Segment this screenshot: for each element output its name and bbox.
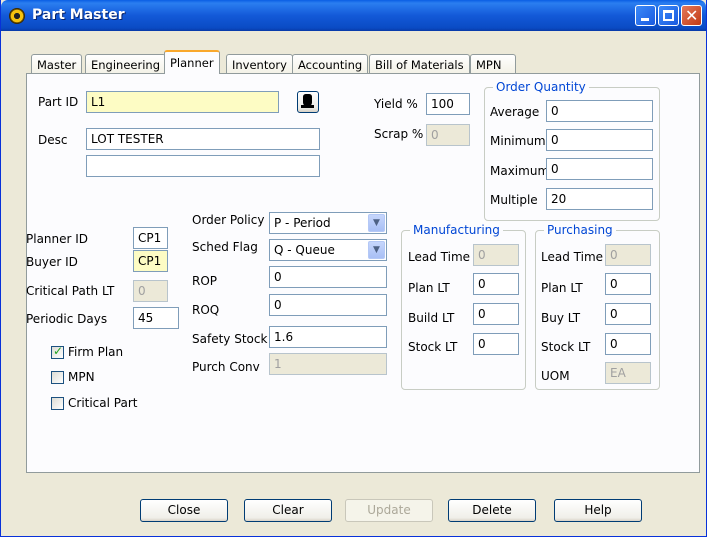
minimum-label: Minimum xyxy=(490,134,546,148)
minimum-input[interactable]: 0 xyxy=(546,129,653,151)
average-input[interactable]: 0 xyxy=(546,100,653,122)
order-policy-label: Order Policy xyxy=(192,213,265,227)
tab-accounting[interactable]: Accounting xyxy=(292,54,369,74)
scrap-input: 0 xyxy=(426,124,470,146)
maximize-button[interactable] xyxy=(658,5,679,26)
title-bar[interactable]: Part Master ✕ xyxy=(1,0,706,31)
desc-input[interactable]: LOT TESTER xyxy=(86,128,320,150)
pur-plan-lt-label: Plan LT xyxy=(541,281,583,295)
critical-path-lt-input: 0 xyxy=(133,280,168,302)
mfg-lead-time-input: 0 xyxy=(473,244,519,266)
desc-label: Desc xyxy=(38,133,68,147)
mpn-checkbox[interactable] xyxy=(51,371,64,384)
mfg-plan-lt-input[interactable]: 0 xyxy=(473,273,519,295)
mfg-plan-lt-label: Plan LT xyxy=(408,281,450,295)
safety-stock-input[interactable]: 1.6 xyxy=(269,326,387,348)
buyer-id-input[interactable]: CP1 xyxy=(133,250,168,272)
close-icon: ✕ xyxy=(685,6,699,25)
part-master-window: Part Master ✕ Master Engineering Planner… xyxy=(0,0,707,537)
safety-stock-label: Safety Stock xyxy=(192,332,268,346)
planner-id-input[interactable]: CP1 xyxy=(133,227,168,249)
uom-input: EA xyxy=(605,362,651,384)
yield-input[interactable]: 100 xyxy=(426,93,470,115)
tab-master[interactable]: Master xyxy=(31,54,83,74)
purch-conv-label: Purch Conv xyxy=(192,360,260,374)
minimize-button[interactable] xyxy=(635,5,656,26)
order-policy-value: P - Period xyxy=(274,216,331,230)
firm-plan-checkbox[interactable]: ✓ xyxy=(51,344,64,359)
mfg-lead-time-label: Lead Time xyxy=(408,250,471,264)
sched-flag-label: Sched Flag xyxy=(192,240,258,254)
desc2-input[interactable] xyxy=(86,155,320,177)
firm-plan-label: Firm Plan xyxy=(68,345,124,359)
maximize-icon xyxy=(663,10,674,21)
tab-engineering[interactable]: Engineering xyxy=(85,54,166,74)
build-lt-label: Build LT xyxy=(408,311,455,325)
pur-stock-lt-input[interactable]: 0 xyxy=(605,333,651,355)
buy-lt-label: Buy LT xyxy=(541,311,581,325)
sched-flag-select[interactable]: Q - Queue ▼ xyxy=(269,239,387,261)
order-quantity-title: Order Quantity xyxy=(493,80,589,94)
multiple-input[interactable]: 20 xyxy=(546,188,653,210)
pur-lead-time-label: Lead Time xyxy=(541,250,604,264)
purchasing-title: Purchasing xyxy=(544,223,616,237)
close-window-button[interactable]: ✕ xyxy=(681,5,702,26)
critical-path-lt-label: Critical Path LT xyxy=(26,284,115,298)
build-lt-input[interactable]: 0 xyxy=(473,303,519,325)
mfg-stock-lt-input[interactable]: 0 xyxy=(473,333,519,355)
rop-label: ROP xyxy=(192,274,218,288)
critical-part-checkbox[interactable] xyxy=(51,397,64,410)
help-button[interactable]: Help xyxy=(554,499,642,522)
buy-lt-input[interactable]: 0 xyxy=(605,303,651,325)
order-policy-select[interactable]: P - Period ▼ xyxy=(269,212,387,234)
maximum-input[interactable]: 0 xyxy=(546,158,653,180)
mfg-stock-lt-label: Stock LT xyxy=(408,340,458,354)
scrap-label: Scrap % xyxy=(374,127,424,141)
multiple-label: Multiple xyxy=(490,193,538,207)
tab-bill-of-materials[interactable]: Bill of Materials xyxy=(369,54,470,74)
buyer-id-label: Buyer ID xyxy=(26,255,78,269)
chevron-down-icon: ▼ xyxy=(368,214,385,232)
part-id-input[interactable]: L1 xyxy=(86,91,279,113)
update-button[interactable]: Update xyxy=(345,499,433,522)
average-label: Average xyxy=(490,105,540,119)
manufacturing-title: Manufacturing xyxy=(410,223,503,237)
close-button[interactable]: Close xyxy=(140,499,228,522)
mpn-label: MPN xyxy=(68,370,95,384)
critical-part-label: Critical Part xyxy=(68,396,138,410)
maximum-label: Maximum xyxy=(490,164,550,178)
minimize-icon xyxy=(641,18,649,21)
purch-conv-input: 1 xyxy=(269,353,387,375)
uom-label: UOM xyxy=(541,369,570,383)
roq-label: ROQ xyxy=(192,303,220,317)
clear-button[interactable]: Clear xyxy=(244,499,332,522)
chevron-down-icon: ▼ xyxy=(368,241,385,259)
tab-mpn[interactable]: MPN xyxy=(470,54,516,74)
sched-flag-value: Q - Queue xyxy=(274,243,335,257)
periodic-days-input[interactable]: 45 xyxy=(133,307,179,329)
check-icon: ✓ xyxy=(53,344,64,358)
tab-planner[interactable]: Planner xyxy=(164,50,220,74)
roq-input[interactable]: 0 xyxy=(269,294,387,316)
app-icon xyxy=(9,8,25,24)
periodic-days-label: Periodic Days xyxy=(26,312,108,326)
part-lookup-button[interactable] xyxy=(297,91,319,113)
tab-inventory[interactable]: Inventory xyxy=(226,54,293,74)
yield-label: Yield % xyxy=(374,97,418,111)
planner-id-label: Planner ID xyxy=(26,232,89,246)
pur-plan-lt-input[interactable]: 0 xyxy=(605,273,651,295)
part-id-label: Part ID xyxy=(38,95,79,109)
pur-lead-time-input: 0 xyxy=(605,244,651,266)
rop-input[interactable]: 0 xyxy=(269,266,387,288)
delete-button[interactable]: Delete xyxy=(448,499,536,522)
pur-stock-lt-label: Stock LT xyxy=(541,340,591,354)
window-title: Part Master xyxy=(32,7,125,23)
